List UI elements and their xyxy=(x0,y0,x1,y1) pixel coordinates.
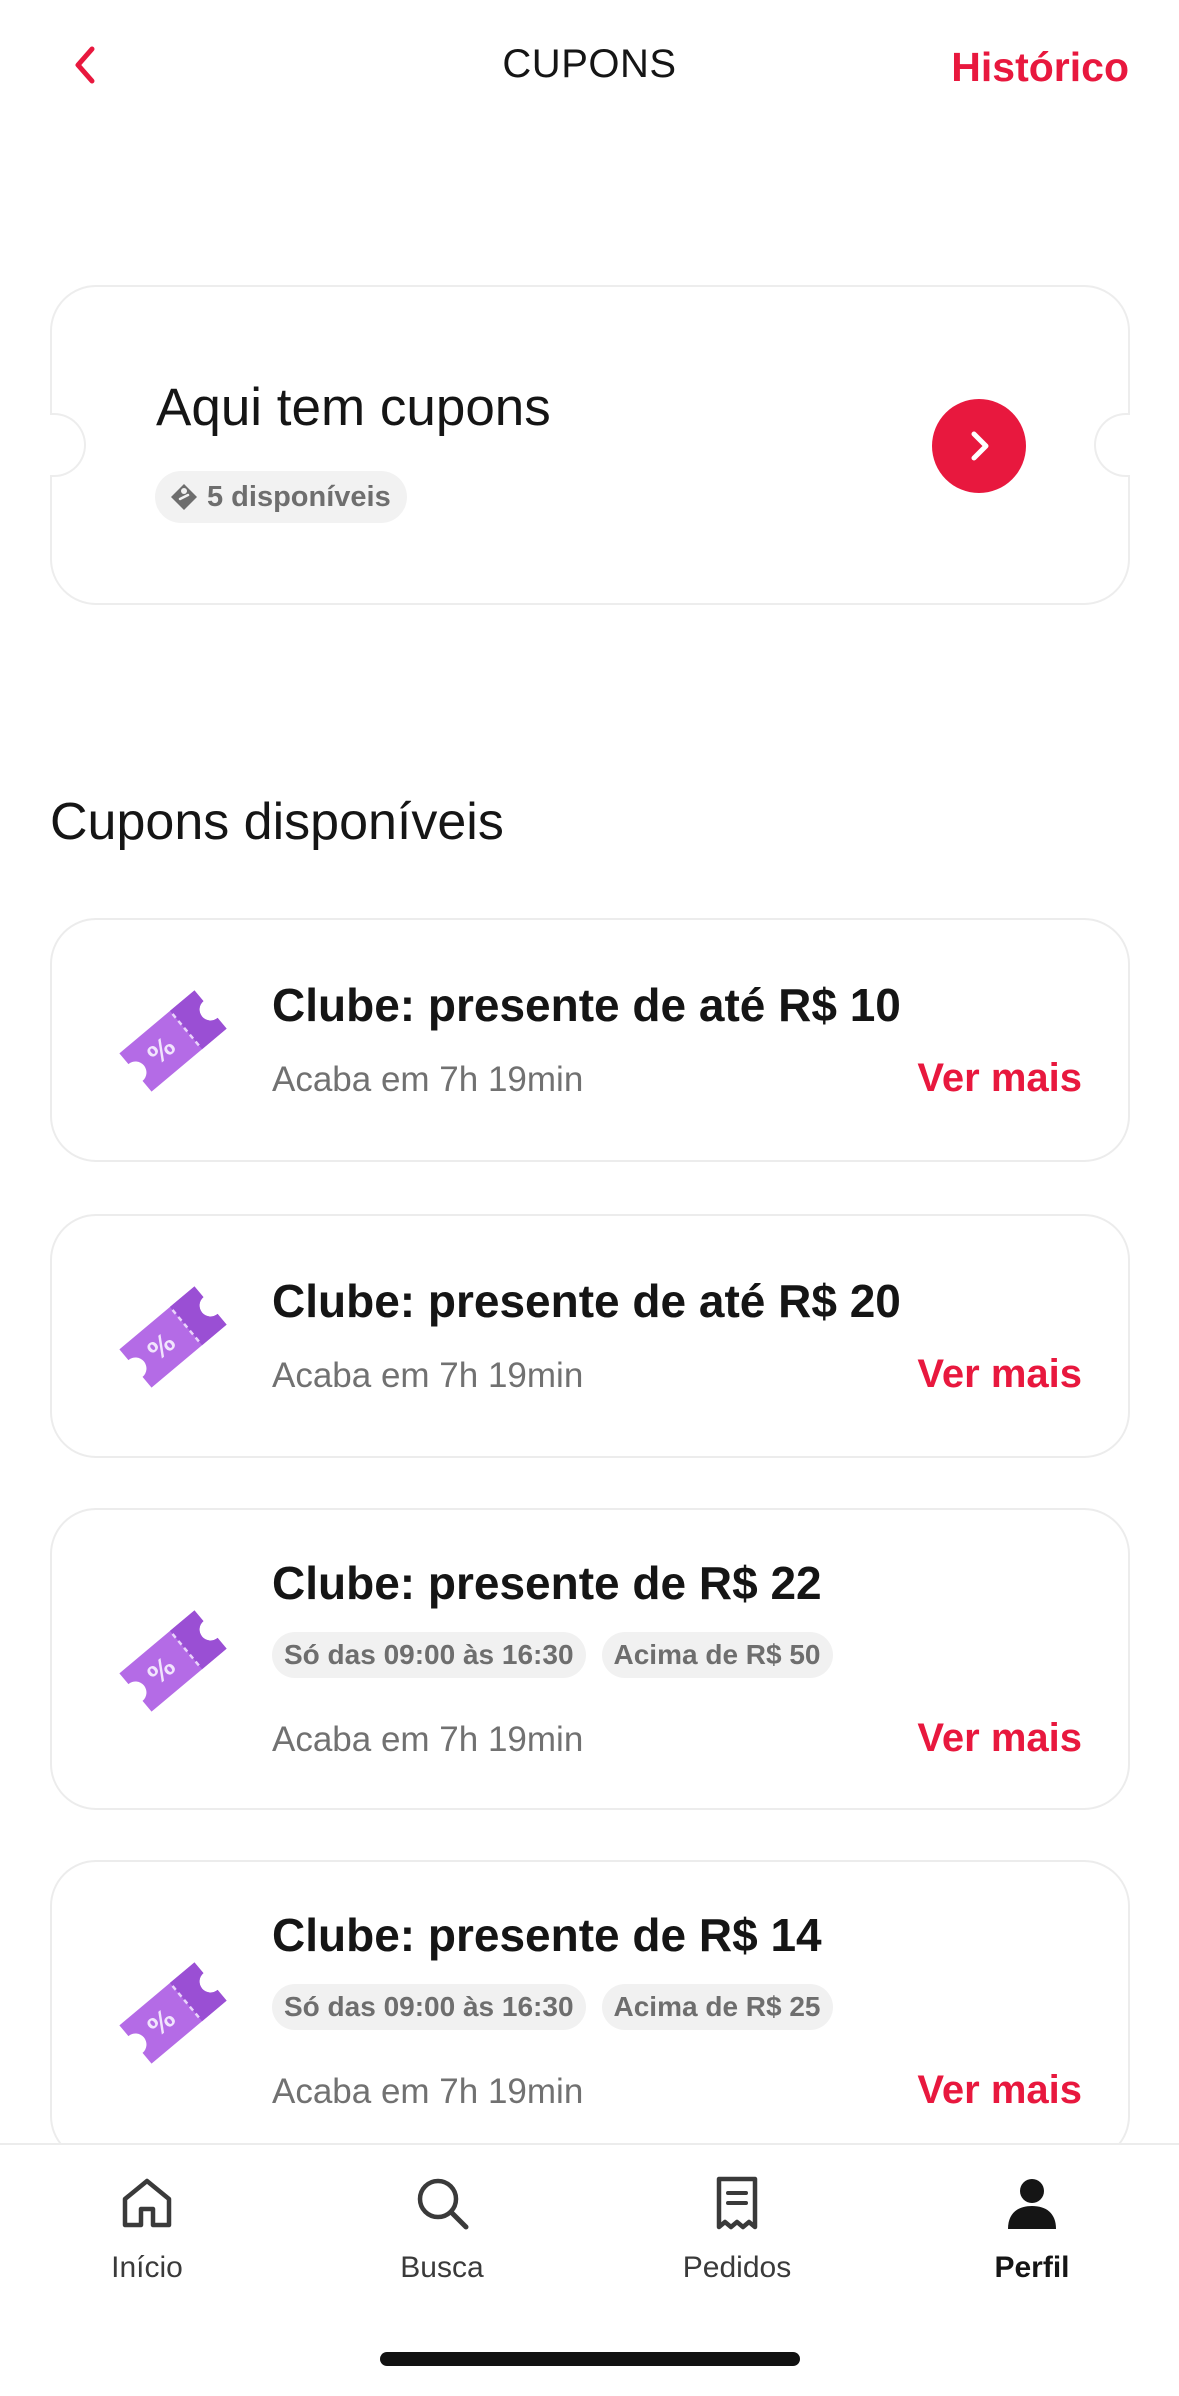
coupon-title: Clube: presente de R$ 14 xyxy=(272,1909,822,1961)
coupon-title: Clube: presente de até R$ 10 xyxy=(272,979,901,1031)
nav-item-pedidos[interactable]: Pedidos xyxy=(637,2171,837,2285)
nav-item-inicio[interactable]: Início xyxy=(47,2171,247,2285)
section-title: Cupons disponíveis xyxy=(50,793,504,851)
available-count-label: 5 disponíveis xyxy=(207,480,391,513)
nav-item-perfil[interactable]: Perfil xyxy=(932,2171,1132,2285)
coupon-expiry: Acaba em 7h 19min xyxy=(272,1060,584,1099)
coupon-tags: Só das 09:00 às 16:30 Acima de R$ 50 xyxy=(272,1632,833,1678)
coupon-ticket-icon: % xyxy=(119,1962,227,2064)
ticket-notch-right xyxy=(1094,413,1130,477)
time-restriction-tag: Só das 09:00 às 16:30 xyxy=(272,1984,586,2030)
coupon-ticket-icon: % xyxy=(119,1286,227,1388)
coupon-expiry: Acaba em 7h 19min xyxy=(272,1720,584,1759)
home-icon xyxy=(115,2171,179,2235)
coupon-ticket-icon: % xyxy=(119,1610,227,1712)
tag-icon xyxy=(171,484,197,510)
coupon-card[interactable]: % Clube: presente de até R$ 20 Acaba em … xyxy=(50,1214,1130,1458)
promo-title: Aqui tem cupons xyxy=(156,378,551,437)
coupon-expiry: Acaba em 7h 19min xyxy=(272,2072,584,2111)
history-link[interactable]: Histórico xyxy=(951,44,1129,91)
nav-label: Perfil xyxy=(994,2251,1070,2284)
available-count-badge: 5 disponíveis xyxy=(155,471,407,523)
coupon-title: Clube: presente de até R$ 20 xyxy=(272,1275,901,1327)
search-icon xyxy=(410,2171,474,2235)
coupon-card[interactable]: % Clube: presente de R$ 14 Só das 09:00 … xyxy=(50,1860,1130,2162)
coupon-ticket-icon: % xyxy=(119,990,227,1092)
home-indicator xyxy=(380,2352,800,2366)
coupon-card[interactable]: % Clube: presente de R$ 22 Só das 09:00 … xyxy=(50,1508,1130,1810)
nav-label: Início xyxy=(111,2251,183,2284)
profile-icon xyxy=(1000,2171,1064,2235)
coupon-expiry: Acaba em 7h 19min xyxy=(272,1356,584,1395)
chevron-right-icon xyxy=(971,431,989,461)
ver-mais-link[interactable]: Ver mais xyxy=(917,1352,1082,1397)
ver-mais-link[interactable]: Ver mais xyxy=(917,1716,1082,1761)
time-restriction-tag: Só das 09:00 às 16:30 xyxy=(272,1632,586,1678)
nav-item-busca[interactable]: Busca xyxy=(342,2171,542,2285)
promo-arrow-button[interactable] xyxy=(932,399,1026,493)
receipt-icon xyxy=(705,2171,769,2235)
ver-mais-link[interactable]: Ver mais xyxy=(917,2068,1082,2113)
coupon-tags: Só das 09:00 às 16:30 Acima de R$ 25 xyxy=(272,1984,833,2030)
minimum-order-tag: Acima de R$ 50 xyxy=(601,1632,833,1678)
coupon-card[interactable]: % Clube: presente de até R$ 10 Acaba em … xyxy=(50,918,1130,1162)
header: CUPONS Histórico xyxy=(0,0,1179,140)
nav-label: Busca xyxy=(400,2251,484,2284)
ticket-notch-left xyxy=(50,413,86,477)
coupons-promo-card[interactable]: Aqui tem cupons 5 disponíveis xyxy=(50,285,1130,605)
nav-label: Pedidos xyxy=(682,2251,792,2284)
coupon-title: Clube: presente de R$ 22 xyxy=(272,1557,822,1609)
minimum-order-tag: Acima de R$ 25 xyxy=(601,1984,833,2030)
ver-mais-link[interactable]: Ver mais xyxy=(917,1056,1082,1101)
